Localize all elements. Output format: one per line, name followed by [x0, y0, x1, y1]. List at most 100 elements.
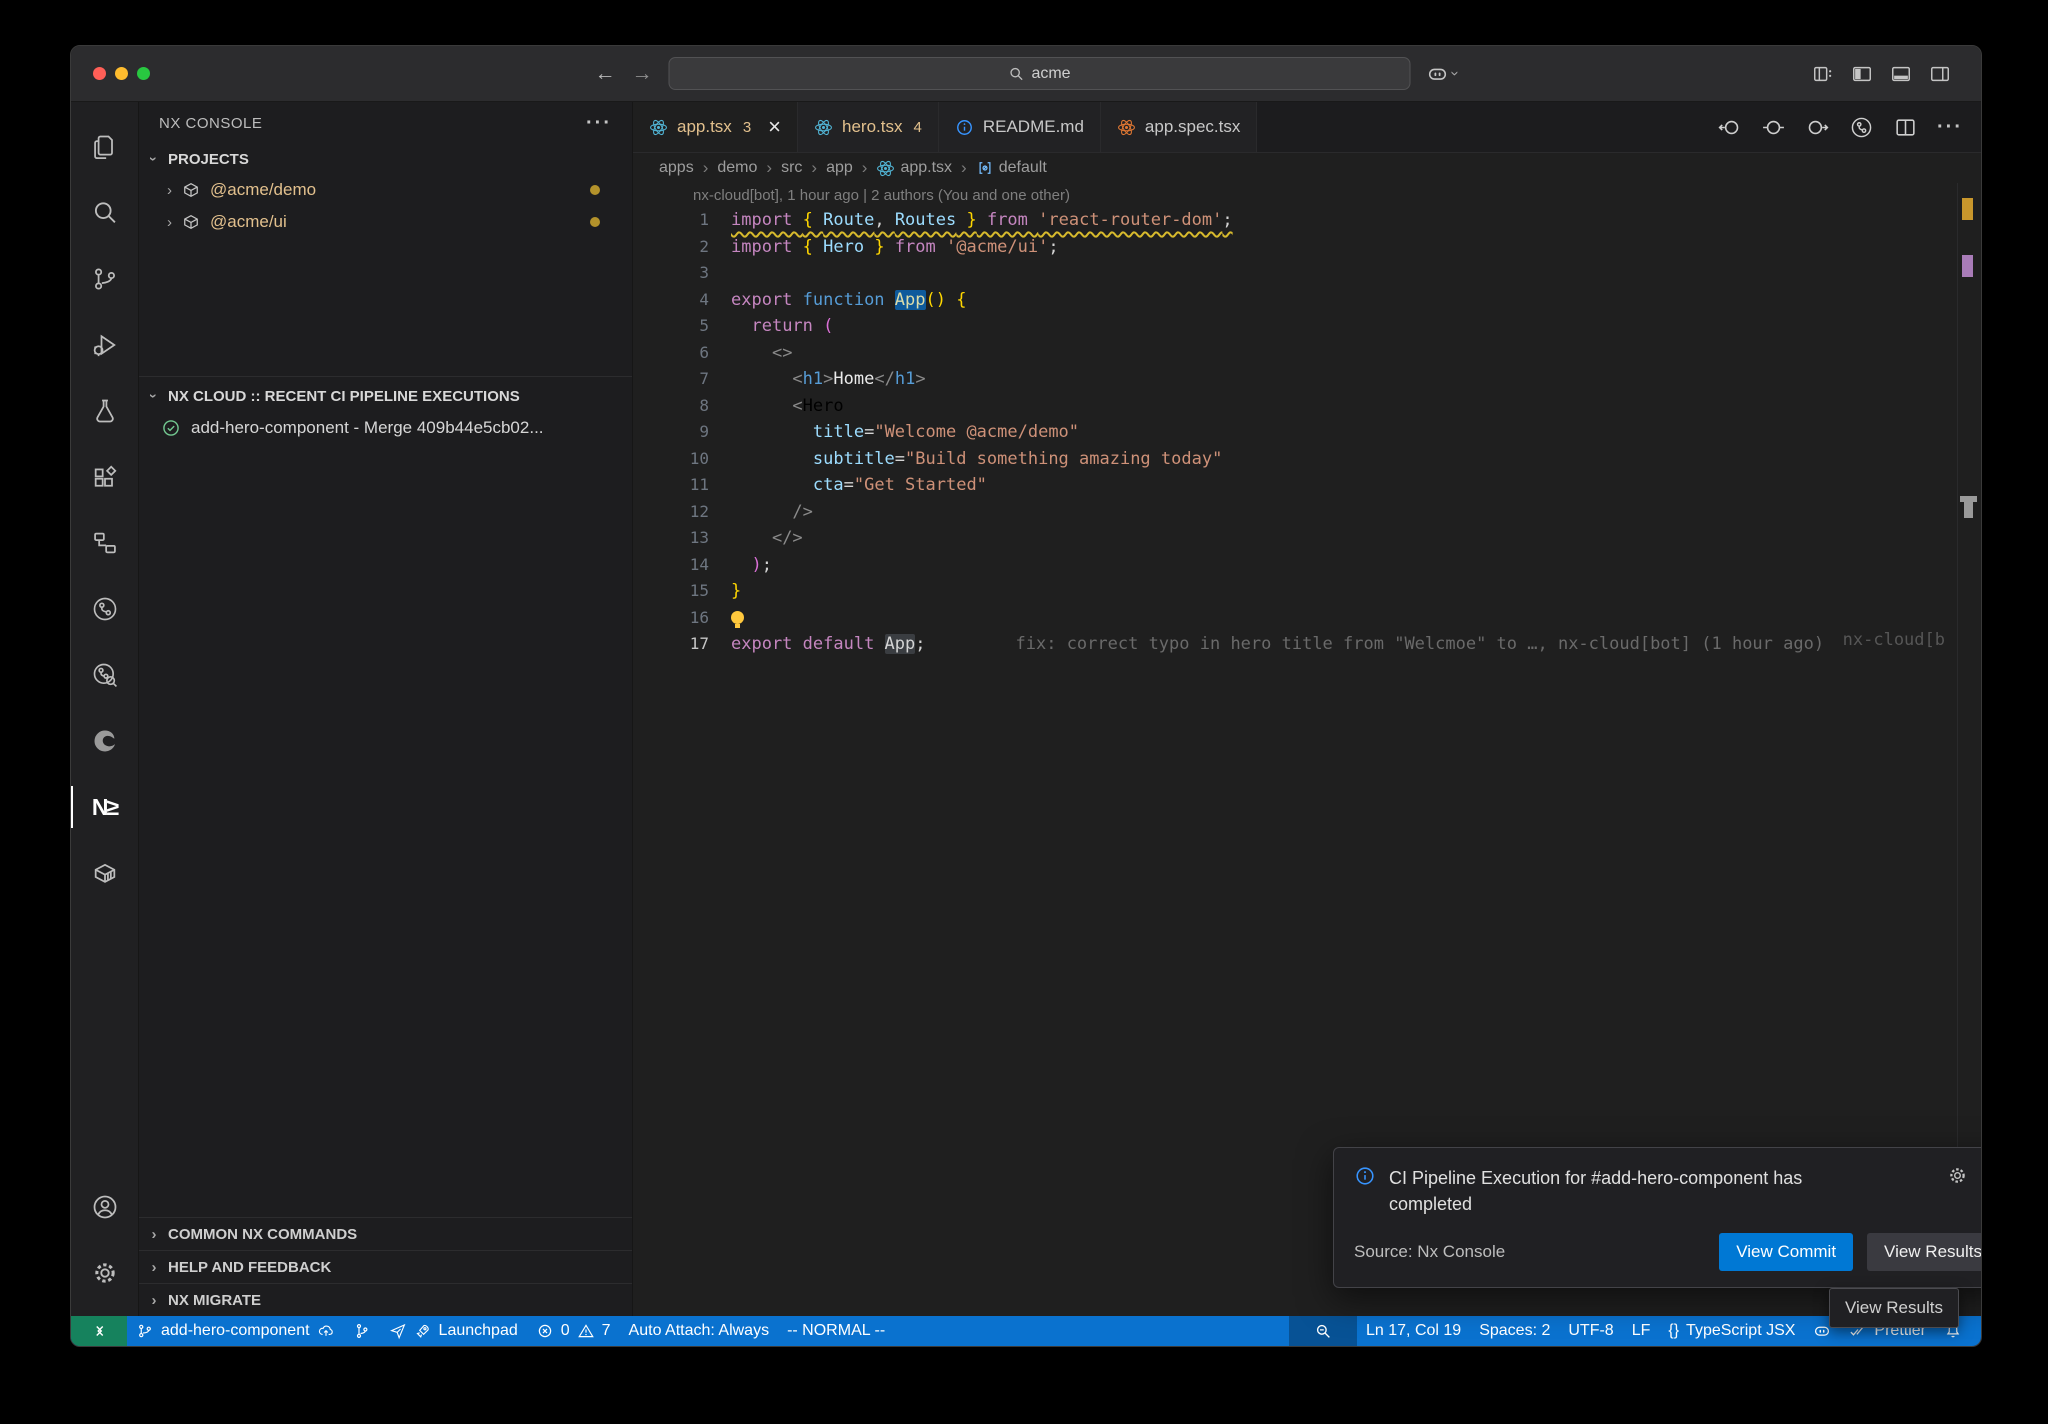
modified-dot-badge: [590, 217, 600, 227]
auto-attach-item[interactable]: Auto Attach: Always: [620, 1316, 779, 1346]
breadcrumb-item-default[interactable]: default: [976, 159, 1047, 177]
breadcrumb-item-app[interactable]: app: [826, 159, 853, 177]
code-line-14[interactable]: 14 );: [633, 552, 1957, 579]
history-back-icon[interactable]: ←: [595, 63, 616, 84]
code-line-12[interactable]: 12 />: [633, 499, 1957, 526]
encoding-item[interactable]: UTF-8: [1559, 1316, 1622, 1346]
launchpad-item[interactable]: Launchpad: [380, 1316, 527, 1346]
view-commit-button[interactable]: View Commit: [1719, 1233, 1853, 1271]
settings-gear-icon[interactable]: [71, 1240, 138, 1306]
pipeline-execution-item[interactable]: add-hero-component - Merge 409b44e5cb02.…: [139, 411, 632, 445]
explorer-icon[interactable]: [71, 114, 138, 180]
vim-mode-item[interactable]: -- NORMAL --: [778, 1316, 894, 1346]
nav-back-circle-icon[interactable]: [1717, 115, 1742, 140]
tab-README.md[interactable]: README.md: [939, 102, 1101, 152]
git-graph-search-icon[interactable]: [71, 642, 138, 708]
customize-layout-icon[interactable]: [1812, 63, 1834, 85]
code-line-17[interactable]: 17export default App;fix: correct typo i…: [633, 631, 1957, 658]
code-line-3[interactable]: 3: [633, 260, 1957, 287]
code-line-2[interactable]: 2import { Hero } from '@acme/ui';: [633, 234, 1957, 261]
project-item-@acme/ui[interactable]: › @acme/ui: [139, 206, 632, 238]
toggle-sidebar-icon[interactable]: [1851, 63, 1873, 85]
code-line-10[interactable]: 10 subtitle="Build something amazing tod…: [633, 446, 1957, 473]
tab-bar: app.tsx3×hero.tsx4README.mdapp.spec.tsx …: [633, 102, 1981, 153]
edge-browser-icon[interactable]: [71, 708, 138, 774]
more-actions-icon[interactable]: ···: [1937, 116, 1963, 139]
testing-icon[interactable]: [71, 378, 138, 444]
indentation-item[interactable]: Spaces: 2: [1470, 1316, 1559, 1346]
project-item-@acme/demo[interactable]: › @acme/demo: [139, 174, 632, 206]
close-window-button[interactable]: [93, 67, 106, 80]
nx-console-icon[interactable]: N≥: [71, 774, 138, 840]
breadcrumb-item-app.tsx[interactable]: app.tsx: [876, 159, 952, 178]
notification-source: Source: Nx Console: [1354, 1242, 1505, 1262]
language-mode-item[interactable]: {} TypeScript JSX: [1659, 1316, 1804, 1346]
code-line-11[interactable]: 11 cta="Get Started": [633, 472, 1957, 499]
toggle-secondary-sidebar-icon[interactable]: [1929, 63, 1951, 85]
notification-settings-gear-icon[interactable]: [1947, 1165, 1968, 1186]
zoom-window-button[interactable]: [137, 67, 150, 80]
titlebar: ← → acme ›: [71, 46, 1981, 102]
tab-app.spec.tsx[interactable]: app.spec.tsx: [1101, 102, 1257, 152]
code-line-8[interactable]: 8 <Hero: [633, 393, 1957, 420]
code-line-5[interactable]: 5 return (: [633, 313, 1957, 340]
react-blue-icon: [649, 118, 668, 137]
split-editor-icon[interactable]: [1893, 115, 1918, 140]
tab-hero.tsx[interactable]: hero.tsx4: [798, 102, 939, 152]
chevron-down-icon: ›: [147, 389, 161, 403]
line-number: 3: [633, 260, 709, 287]
code-line-6[interactable]: 6 <>: [633, 340, 1957, 367]
code-line-9[interactable]: 9 title="Welcome @acme/demo": [633, 419, 1957, 446]
source-control-icon[interactable]: [71, 246, 138, 312]
chevron-right-icon: ›: [961, 158, 967, 178]
section-common-nx-commands[interactable]: ›COMMON NX COMMANDS: [139, 1217, 632, 1250]
type-hierarchy-icon[interactable]: [71, 510, 138, 576]
commit-circle-icon[interactable]: [1761, 115, 1786, 140]
view-results-button[interactable]: View Results: [1867, 1233, 1982, 1271]
nav-forward-circle-icon[interactable]: [1805, 115, 1830, 140]
problems-item[interactable]: 0 7: [527, 1316, 620, 1346]
breadcrumb-item-apps[interactable]: apps: [659, 159, 694, 177]
section-help-and-feedback[interactable]: ›HELP AND FEEDBACK: [139, 1250, 632, 1283]
section-projects[interactable]: › PROJECTS: [139, 144, 632, 174]
run-debug-icon[interactable]: [71, 312, 138, 378]
code-line-4[interactable]: 4export function App() {: [633, 287, 1957, 314]
lightbulb-icon[interactable]: [731, 611, 744, 624]
section-nx-migrate[interactable]: ›NX MIGRATE: [139, 1283, 632, 1316]
containers-icon[interactable]: [71, 840, 138, 906]
extensions-icon[interactable]: [71, 444, 138, 510]
close-icon[interactable]: ×: [768, 116, 781, 138]
command-center-search[interactable]: acme: [669, 57, 1411, 90]
line-number: 5: [633, 313, 709, 340]
code-line-13[interactable]: 13 </>: [633, 525, 1957, 552]
cursor-marker-stem: [1964, 502, 1973, 518]
code-line-15[interactable]: 15}: [633, 578, 1957, 605]
code-line-16[interactable]: 16: [633, 605, 1957, 632]
code-line-1[interactable]: 1import { Route, Routes } from 'react-ro…: [633, 207, 1957, 234]
history-forward-icon[interactable]: →: [632, 63, 653, 84]
git-branch-item[interactable]: add-hero-component: [127, 1316, 344, 1346]
remote-indicator[interactable]: [71, 1316, 127, 1346]
react-orange-icon: [1117, 118, 1136, 137]
cursor-position-item[interactable]: Ln 17, Col 19: [1357, 1316, 1470, 1346]
line-number: 16: [633, 605, 709, 632]
git-graph-icon[interactable]: [71, 576, 138, 642]
toggle-panel-icon[interactable]: [1890, 63, 1912, 85]
breadcrumb-item-demo[interactable]: demo: [717, 159, 757, 177]
tab-app.tsx[interactable]: app.tsx3×: [633, 102, 798, 152]
more-actions-icon[interactable]: ···: [586, 112, 612, 135]
view-results-tooltip: View Results: [1829, 1288, 1959, 1328]
section-nx-cloud[interactable]: › NX CLOUD :: RECENT CI PIPELINE EXECUTI…: [139, 381, 632, 411]
info-icon: [1354, 1165, 1376, 1217]
warning-marker: [1962, 198, 1973, 220]
copilot-menu[interactable]: ›: [1427, 63, 1458, 85]
breadcrumb-item-src[interactable]: src: [781, 159, 802, 177]
search-view-icon[interactable]: [71, 180, 138, 246]
git-graph-status-icon[interactable]: [344, 1316, 380, 1346]
zoom-out-item[interactable]: [1289, 1316, 1357, 1346]
accounts-icon[interactable]: [71, 1174, 138, 1240]
eol-item[interactable]: LF: [1623, 1316, 1660, 1346]
minimize-window-button[interactable]: [115, 67, 128, 80]
code-line-7[interactable]: 7 <h1>Home</h1>: [633, 366, 1957, 393]
git-history-icon[interactable]: [1849, 115, 1874, 140]
